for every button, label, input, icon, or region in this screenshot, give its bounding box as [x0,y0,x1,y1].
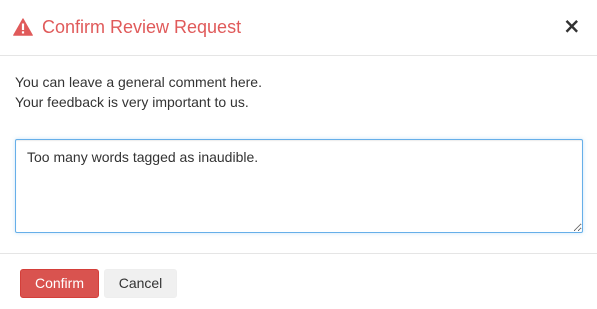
warning-triangle-icon [13,18,33,36]
confirm-review-dialog: Confirm Review Request × You can leave a… [0,0,597,309]
intro-line-2: Your feedback is very important to us. [15,94,249,110]
dialog-header: Confirm Review Request × [0,0,597,56]
comment-textarea[interactable]: Too many words tagged as inaudible. [15,139,583,233]
intro-text: You can leave a general comment here. Yo… [15,72,262,112]
confirm-button[interactable]: Confirm [20,269,99,298]
dialog-body: You can leave a general comment here. Yo… [0,56,597,253]
close-icon[interactable]: × [563,16,581,37]
intro-line-1: You can leave a general comment here. [15,74,262,90]
dialog-footer: Confirm Cancel [0,253,597,309]
dialog-title: Confirm Review Request [42,17,242,37]
cancel-button[interactable]: Cancel [104,269,177,298]
